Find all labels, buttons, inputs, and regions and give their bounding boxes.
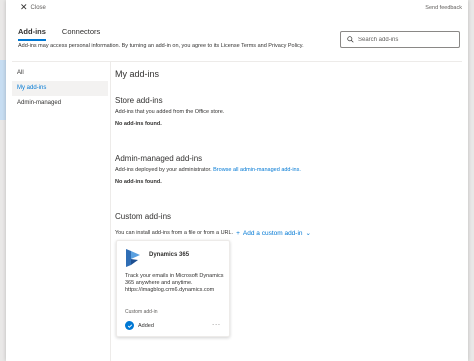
close-icon: ✕ [20,2,28,12]
add-ins-dialog: ✕ Close Send feedback Add-ins Connectors… [6,0,468,361]
add-in-type: Custom add-in [125,309,158,315]
store-heading: Store add-ins [115,96,163,105]
close-button[interactable]: ✕ Close [20,3,46,12]
add-custom-label: Add a custom add-in [242,229,303,237]
sidebar-nav: All My add-ins Admin-managed [12,66,108,111]
add-in-status: Added [125,321,154,330]
close-label: Close [30,4,46,11]
tab-add-ins[interactable]: Add-ins [18,27,46,41]
search-input[interactable] [358,36,453,43]
header-divider [12,61,462,62]
search-icon [347,36,354,43]
add-in-status-label: Added [138,322,154,329]
sidebar-divider [110,62,111,361]
chevron-down-icon: ⌄ [305,230,311,237]
sidebar-item-all[interactable]: All [12,66,108,81]
admin-empty-text: No add-ins found. [115,179,162,185]
custom-row: You can install add-ins from a file or f… [115,229,311,238]
plus-icon: + [236,229,240,237]
checkmark-icon [125,321,134,330]
sidebar-item-my-add-ins[interactable]: My add-ins [12,81,108,96]
custom-description: You can install add-ins from a file or f… [115,230,234,236]
more-options-button[interactable]: ... [212,320,221,327]
admin-heading: Admin-managed add-ins [115,154,203,163]
privacy-notice: Add-ins may access personal information.… [18,43,304,49]
admin-description-text: Add-ins deployed by your administrator. [115,167,212,173]
store-empty-text: No add-ins found. [115,121,162,127]
tab-bar: Add-ins Connectors [18,27,100,41]
browse-admin-link[interactable]: Browse all admin-managed add-ins. [213,167,301,173]
admin-description: Add-ins deployed by your administrator. … [115,167,301,173]
page-title: My add-ins [115,69,160,79]
dynamics-365-logo-icon [126,249,140,267]
sidebar-item-admin-managed[interactable]: Admin-managed [12,96,108,111]
store-description: Add-ins that you added from the Office s… [115,109,225,115]
add-in-title: Dynamics 365 [149,252,190,258]
dialog-topbar: ✕ Close Send feedback [6,0,468,20]
custom-heading: Custom add-ins [115,212,172,221]
send-feedback-link[interactable]: Send feedback [425,5,462,11]
add-in-description: Track your emails in Microsoft Dynamics … [125,273,224,293]
add-custom-add-in-button[interactable]: + Add a custom add-in ⌄ [236,229,311,238]
tab-connectors[interactable]: Connectors [62,27,100,41]
add-in-card[interactable]: Dynamics 365 Track your emails in Micros… [116,240,230,337]
search-box[interactable] [340,31,460,48]
